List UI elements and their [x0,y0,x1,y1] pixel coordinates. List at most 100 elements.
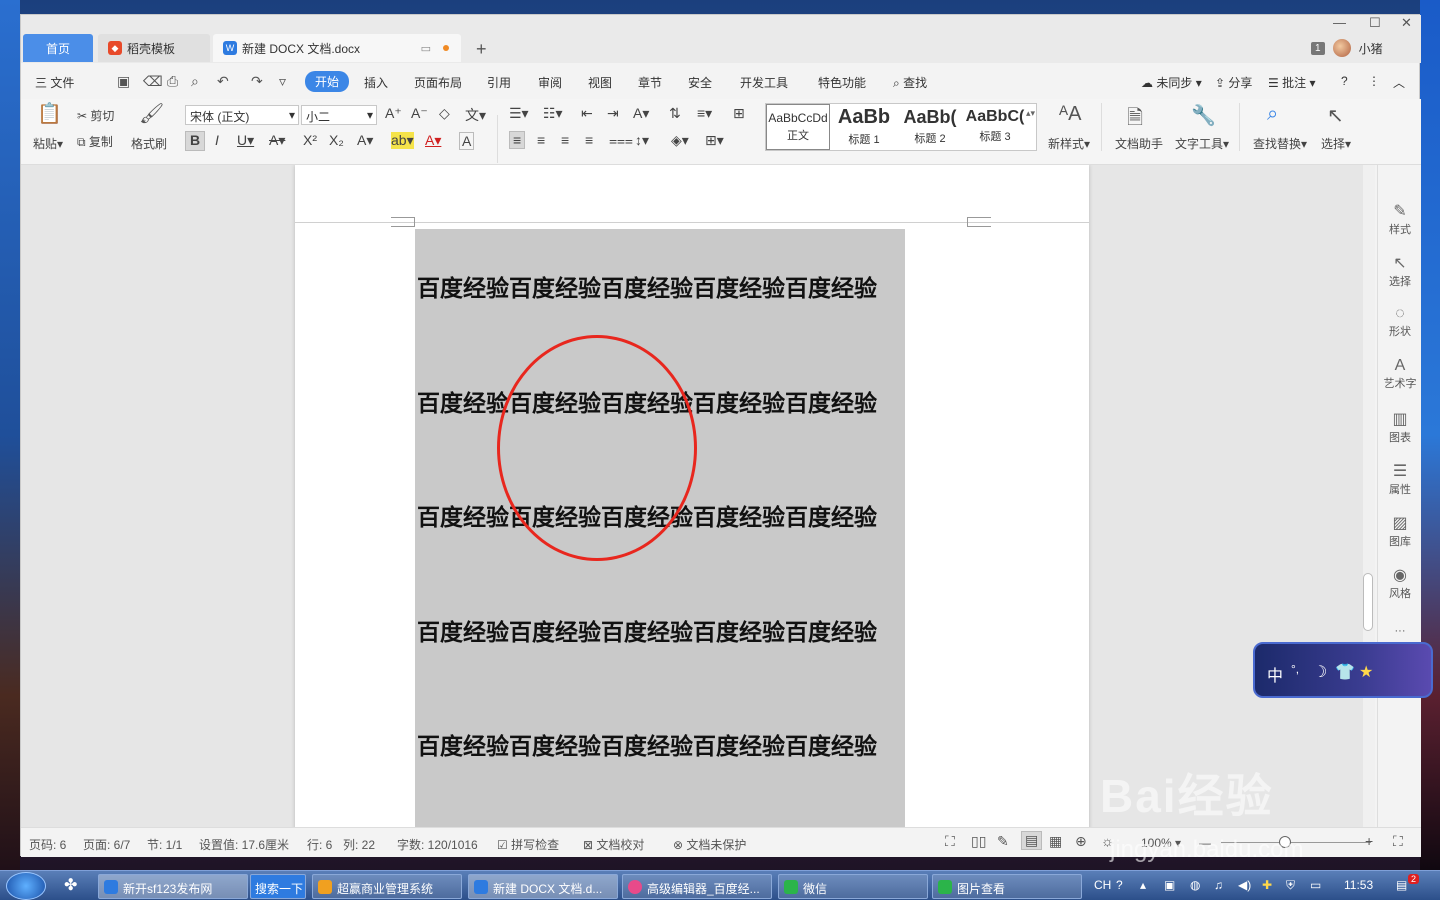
tab-home[interactable]: 首页 [23,34,93,62]
spell-check-button[interactable]: ☑ 拼写检查 [497,836,559,853]
wechat-tray-icon[interactable]: ◍ [1190,878,1200,892]
increase-indent-icon[interactable]: ⇥ [607,105,619,122]
vertical-scrollbar[interactable] [1363,165,1375,827]
fullscreen-icon[interactable]: ⛶ [945,833,955,850]
menu-layout[interactable]: 页面布局 [414,74,462,91]
number-list-icon[interactable]: ☷▾ [543,105,563,122]
side-theme[interactable]: ◉ 风格 [1378,565,1422,601]
protect-button[interactable]: ⊗ 文档未保护 [673,836,746,853]
menu-special[interactable]: 特色功能 [818,74,866,91]
scrollbar-thumb[interactable] [1363,573,1373,631]
collapse-ribbon-icon[interactable]: ︿ [1393,74,1405,91]
fit-window-icon[interactable]: ⛶ [1393,833,1403,850]
menu-reference[interactable]: 引用 [487,74,511,91]
format-painter-button[interactable]: 格式刷 [131,135,167,152]
side-properties[interactable]: ☰ 属性 [1378,461,1422,497]
task-editor[interactable]: 高级编辑器_百度经... [622,874,772,899]
more-icon[interactable]: ⋮ [1368,74,1380,88]
app-launcher-icon[interactable]: ✤ [64,875,77,895]
pinyin-icon[interactable]: 文▾ [465,105,486,125]
task-wps-doc[interactable]: 新建 DOCX 文档.d... [468,874,618,899]
doc-text-line-4[interactable]: 百度经验百度经验百度经验百度经验百度经验 [417,613,877,647]
grow-font-icon[interactable]: A⁺ [385,105,402,122]
bell-icon[interactable]: ♫ [1214,878,1223,892]
maximize-button[interactable]: ☐ [1369,15,1381,31]
doc-helper-button[interactable]: 文档助手 [1115,135,1163,152]
skin-icon[interactable]: 👕 [1335,662,1355,682]
more-dots-icon[interactable]: ··· [1378,625,1422,637]
ime-toolbar[interactable]: 中 °, ☽ 👕 ★ [1253,642,1433,698]
char-border-button[interactable]: A [459,132,475,150]
star-icon[interactable]: ★ [1359,662,1373,682]
style-heading2[interactable]: AaBb( 标题 2 [898,104,962,150]
select-button[interactable]: 选择▾ [1321,135,1351,152]
gallery-scroll-icon[interactable]: ▴▾ [1026,108,1035,119]
brush-icon[interactable]: ⌫ [143,73,163,90]
align-center-button[interactable]: ≡ [537,132,545,148]
doc-text-line-5[interactable]: 百度经验百度经验百度经验百度经验百度经验 [417,727,877,761]
chinese-layout-icon[interactable]: A▾ [633,105,649,122]
moon-icon[interactable]: ☽ [1313,662,1327,682]
status-words[interactable]: 字数: 120/1016 [397,836,478,853]
underline-button[interactable]: U▾ [237,132,254,149]
table-tools-icon[interactable]: ⊞ [733,105,745,122]
save-icon[interactable]: ▣ [117,73,130,90]
notification-icon[interactable]: ▤ [1396,878,1407,892]
line-spacing-icon[interactable]: ↕▾ [635,132,649,149]
search-icon[interactable]: ⌕ [1267,103,1278,126]
menu-security[interactable]: 安全 [688,74,712,91]
font-size-select[interactable]: 小二 ▾ [301,105,377,125]
task-search[interactable]: 搜索一下 [250,874,306,899]
side-style[interactable]: ✎ 样式 [1378,201,1422,237]
window-count-badge[interactable]: 1 [1311,41,1325,55]
paste-icon[interactable]: 📋 [37,101,62,126]
minimize-button[interactable]: — [1333,15,1346,30]
justify-button[interactable]: ≡ [585,132,593,148]
style-heading3[interactable]: AaBbC( 标题 3 [964,104,1026,150]
proofread-button[interactable]: ⊠ 文档校对 [583,836,644,853]
start-button[interactable] [6,872,46,900]
italic-button[interactable]: I [215,132,219,148]
find-menu[interactable]: ⌕ 查找 [893,74,927,91]
punctuation-icon[interactable]: °, [1291,662,1299,676]
close-button[interactable]: ✕ [1401,15,1412,31]
menu-developer[interactable]: 开发工具 [740,74,788,91]
superscript-button[interactable]: X² [303,132,317,148]
comment-button[interactable]: ☰ 批注 ▾ [1268,74,1315,91]
paste-button[interactable]: 粘贴▾ [33,135,63,152]
style-normal[interactable]: AaBbCcDd 正文 [766,104,830,150]
new-style-button[interactable]: 新样式▾ [1048,135,1090,152]
help-button[interactable]: ? [1341,74,1348,88]
zoom-in-button[interactable]: + [1365,833,1373,849]
web-view-icon[interactable]: ⊕ [1075,833,1087,850]
bullet-list-icon[interactable]: ☰▾ [509,105,529,122]
tab-template[interactable]: ◆ 稻壳模板 [98,34,210,62]
task-browser[interactable]: 新开sf123发布网 [98,874,248,899]
help-tray-icon[interactable]: ? [1116,878,1123,892]
side-chart[interactable]: ▥ 图表 [1378,409,1422,445]
clear-format-icon[interactable]: ◇ [439,105,450,122]
show-hide-icon[interactable]: ≡▾ [697,105,712,122]
redo-icon[interactable]: ↷ [251,73,263,90]
wrench-icon[interactable]: 🔧 [1191,103,1216,128]
print-icon[interactable]: ⎙ [167,73,178,90]
doc-text-line-1[interactable]: 百度经验百度经验百度经验百度经验百度经验 [417,269,877,303]
text-tools-button[interactable]: 文字工具▾ [1175,135,1229,152]
copy-button[interactable]: ⧉ 复制 [77,133,113,150]
style-heading1[interactable]: AaBb 标题 1 [832,104,896,150]
network-tray-icon[interactable]: ▣ [1164,878,1175,892]
align-left-button[interactable]: ≡ [509,131,526,149]
cut-button[interactable]: ✂ 剪切 [77,107,114,124]
subscript-button[interactable]: X₂ [329,132,344,148]
tray-expand-icon[interactable]: ▴ [1140,878,1146,892]
tray-language[interactable]: CH [1094,878,1111,892]
security-tray-icon[interactable]: ✚ [1262,878,1272,892]
shading-icon[interactable]: ◈▾ [671,132,689,149]
clock[interactable]: 11:53 [1344,878,1373,892]
align-right-button[interactable]: ≡ [561,132,569,148]
sort-icon[interactable]: ⇅ [669,105,681,122]
menu-view[interactable]: 视图 [588,74,612,91]
border-icon[interactable]: ⊞▾ [705,132,724,149]
text-effect-button[interactable]: A▾ [357,132,373,149]
shield-icon[interactable]: ⛨ [1286,878,1295,893]
